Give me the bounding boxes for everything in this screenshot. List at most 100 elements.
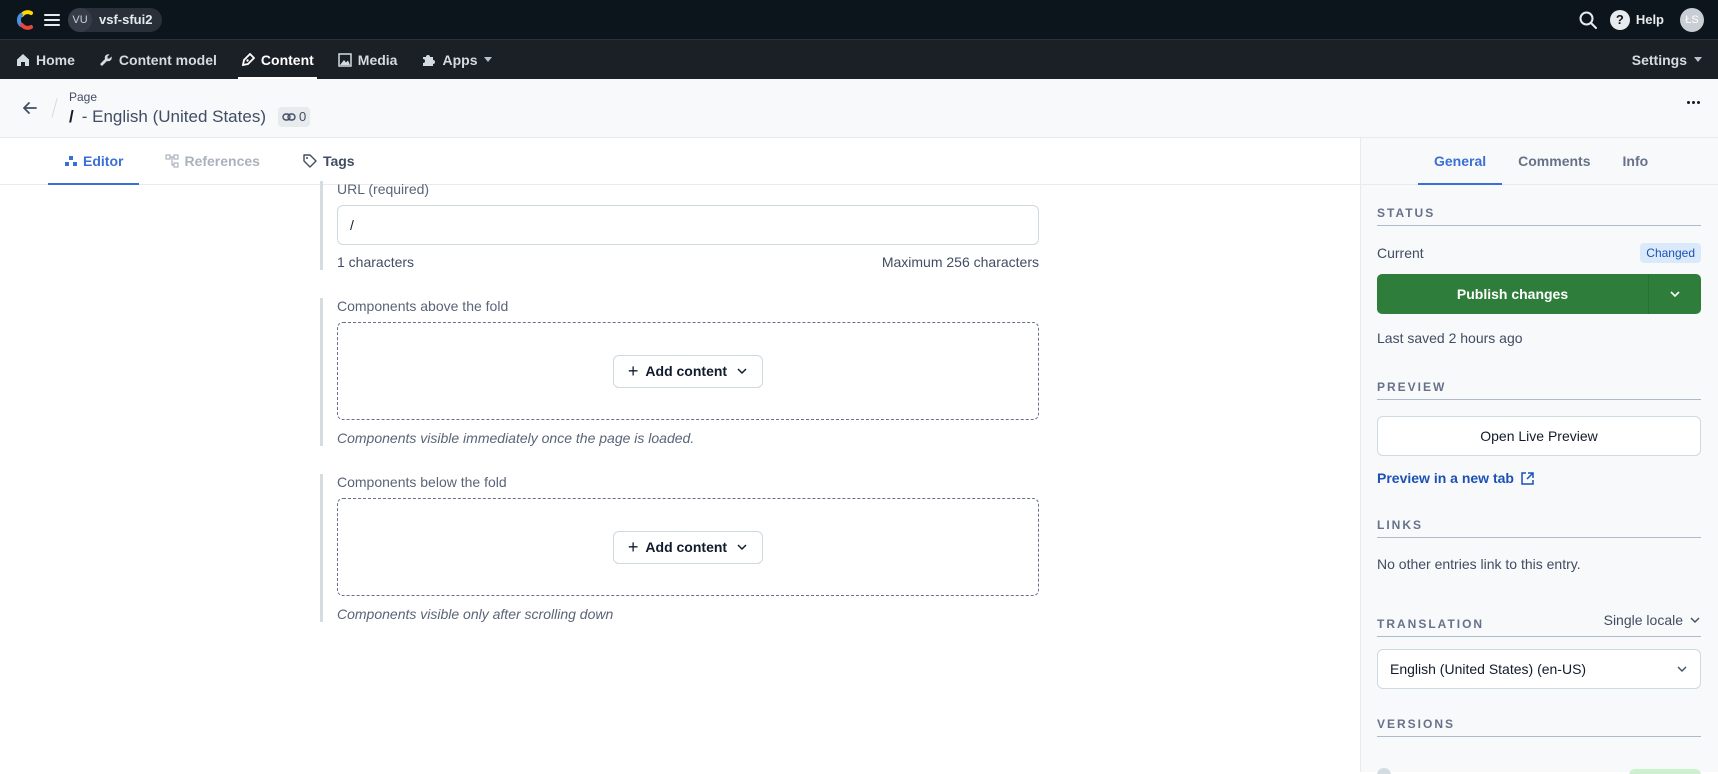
- nav-home-label: Home: [36, 51, 75, 68]
- entry-header: Page / - English (United States) 0: [0, 79, 1718, 138]
- add-content-button-above[interactable]: + Add content: [612, 354, 764, 388]
- url-field: URL (required) 1 characters Maximum 256 …: [320, 181, 1040, 270]
- nav-apps[interactable]: Apps: [421, 40, 493, 79]
- main-nav: Home Content model Content Media Apps Se…: [0, 39, 1718, 79]
- current-status-label: Current: [1377, 245, 1424, 261]
- url-char-count: 1 characters: [337, 254, 415, 270]
- search-icon[interactable]: [1578, 10, 1598, 30]
- sidebar-tab-general[interactable]: General: [1418, 138, 1503, 185]
- chevron-down-icon: [1690, 617, 1700, 623]
- back-arrow-icon[interactable]: [20, 98, 40, 118]
- home-icon: [17, 53, 29, 66]
- settings-label: Settings: [1631, 51, 1687, 68]
- locale-mode-label: Single locale: [1603, 612, 1683, 628]
- top-bar: VU vsf-sfui2 ? Help ŁS: [0, 0, 1718, 39]
- content-type-label: Page: [69, 89, 98, 104]
- sidebar-tab-comments[interactable]: Comments: [1502, 138, 1606, 184]
- below-fold-hint: Components visible only after scrolling …: [337, 606, 614, 622]
- links-text: No other entries link to this entry.: [1377, 556, 1581, 572]
- chevron-down-icon: [1677, 666, 1687, 672]
- header-divider: [51, 98, 58, 118]
- above-fold-dropzone: + Add content: [337, 322, 1039, 420]
- publish-changes-button[interactable]: Publish changes: [1377, 274, 1649, 314]
- settings-menu[interactable]: Settings: [1632, 40, 1702, 79]
- help-icon: ?: [1609, 9, 1630, 30]
- open-live-preview-button[interactable]: Open Live Preview: [1377, 416, 1701, 456]
- nav-home[interactable]: Home: [16, 40, 75, 79]
- url-input[interactable]: [337, 205, 1039, 245]
- versions-list-peek: [1377, 766, 1701, 774]
- nav-content-model-label: Content model: [118, 51, 217, 68]
- chevron-down-icon: [737, 544, 747, 551]
- tab-references-label: References: [184, 153, 260, 169]
- wrench-icon: [100, 53, 112, 66]
- help-label: Help: [1635, 12, 1664, 27]
- below-fold-dropzone: + Add content: [337, 498, 1039, 596]
- above-fold-label: Components above the fold: [337, 298, 509, 314]
- puzzle-icon: [423, 54, 436, 66]
- nav-apps-label: Apps: [442, 51, 478, 68]
- more-options-icon[interactable]: [1687, 101, 1700, 104]
- versions-heading: VERSIONS: [1377, 717, 1701, 737]
- sidebar-tabs: General Comments Info: [1361, 138, 1718, 185]
- references-count: 0: [298, 109, 307, 124]
- references-badge[interactable]: 0: [277, 106, 311, 127]
- preview-heading: PREVIEW: [1377, 380, 1701, 400]
- editor-pane: Editor References Tags URL (required) 1 …: [0, 138, 1360, 772]
- editor-tabs: Editor References Tags: [0, 138, 1360, 185]
- tab-editor[interactable]: Editor: [48, 138, 140, 185]
- status-heading: STATUS: [1377, 206, 1701, 226]
- add-content-label: Add content: [645, 363, 728, 379]
- version-status-badge: [1629, 769, 1701, 774]
- tab-references[interactable]: References: [149, 138, 276, 184]
- add-content-label: Add content: [645, 539, 728, 555]
- locale-select-value: English (United States) (en-US): [1390, 661, 1587, 677]
- status-badge: Changed: [1640, 243, 1701, 263]
- nav-media-label: Media: [357, 51, 398, 68]
- add-content-button-below[interactable]: + Add content: [612, 530, 764, 564]
- components-below-fold-field: Components below the fold + Add content …: [320, 474, 1040, 622]
- tag-icon: [303, 154, 317, 168]
- translation-heading: TRANSLATION Single locale: [1377, 612, 1701, 637]
- locale-mode-select[interactable]: Single locale: [1604, 612, 1701, 628]
- help-button[interactable]: ? Help: [1609, 9, 1664, 30]
- entry-fields: URL (required) 1 characters Maximum 256 …: [320, 181, 1040, 650]
- hamburger-icon[interactable]: [44, 13, 60, 26]
- caret-down-icon: [484, 57, 493, 62]
- caret-down-icon: [1694, 57, 1702, 62]
- tab-tags[interactable]: Tags: [286, 138, 371, 184]
- tab-tags-label: Tags: [322, 153, 355, 169]
- user-avatar[interactable]: ŁS: [1680, 7, 1704, 32]
- nav-content-model[interactable]: Content model: [99, 40, 217, 79]
- url-field-label: URL (required): [337, 181, 430, 197]
- nav-media[interactable]: Media: [338, 40, 398, 79]
- locale-select[interactable]: English (United States) (en-US): [1377, 649, 1701, 689]
- space-name: vsf-sfui2: [99, 12, 153, 27]
- editor-icon: [65, 156, 77, 166]
- external-link-icon: [1521, 471, 1534, 485]
- link-icon: [282, 112, 296, 121]
- plus-icon: +: [627, 361, 639, 381]
- references-icon: [165, 154, 180, 168]
- tab-editor-label: Editor: [83, 153, 124, 169]
- preview-new-tab-label: Preview in a new tab: [1377, 470, 1514, 486]
- plus-icon: +: [627, 537, 639, 557]
- translation-heading-label: TRANSLATION: [1377, 617, 1485, 631]
- above-fold-hint: Components visible immediately once the …: [337, 430, 695, 446]
- below-fold-label: Components below the fold: [337, 474, 507, 490]
- links-heading: LINKS: [1377, 518, 1701, 538]
- contentful-logo-icon[interactable]: [16, 9, 34, 30]
- publish-options-button[interactable]: [1649, 274, 1701, 314]
- preview-new-tab-link[interactable]: Preview in a new tab: [1377, 470, 1535, 486]
- components-above-fold-field: Components above the fold + Add content …: [320, 298, 1040, 446]
- chevron-down-icon: [1670, 291, 1680, 298]
- nav-content-label: Content: [260, 51, 314, 68]
- entry-locale: - English (United States): [81, 106, 266, 126]
- sidebar-tab-info[interactable]: Info: [1607, 138, 1665, 184]
- space-initials: VU: [68, 7, 92, 32]
- nav-content[interactable]: Content: [237, 40, 317, 79]
- space-switcher[interactable]: VU vsf-sfui2: [68, 7, 163, 32]
- last-saved-text: Last saved 2 hours ago: [1377, 330, 1523, 346]
- publish-split-button: Publish changes: [1377, 274, 1701, 314]
- chevron-down-icon: [737, 368, 747, 375]
